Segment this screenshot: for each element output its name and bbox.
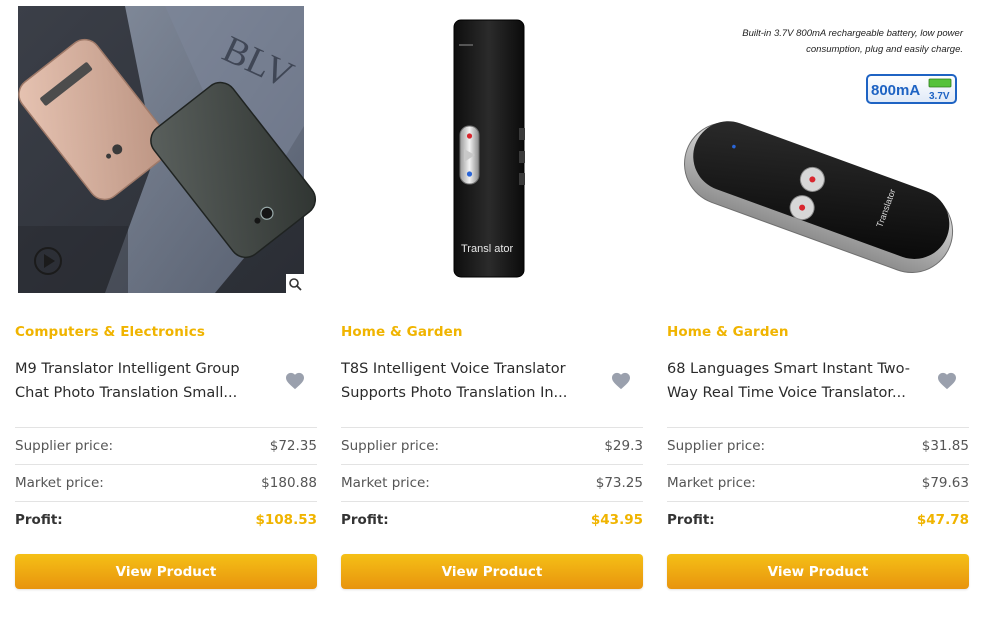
market-price-label: Market price:: [667, 475, 756, 491]
view-product-button[interactable]: View Product: [15, 554, 317, 589]
market-price-value: $79.63: [921, 475, 969, 491]
supplier-price-row: Supplier price: $31.85: [667, 427, 969, 464]
profit-row: Profit: $108.53: [15, 501, 317, 538]
product-image[interactable]: Built-in 3.7V 800mA rechargeable battery…: [667, 6, 969, 296]
market-price-label: Market price:: [15, 475, 104, 491]
market-price-value: $73.25: [595, 475, 643, 491]
supplier-price-label: Supplier price:: [341, 438, 440, 454]
profit-label: Profit:: [667, 512, 715, 528]
product-photo: Built-in 3.7V 800mA rechargeable battery…: [667, 6, 969, 296]
product-photo: Transl ator: [341, 6, 643, 296]
product-card: Transl ator Home & Garden T8S Intelligen…: [341, 0, 643, 618]
supplier-price-value: $72.35: [269, 438, 317, 454]
price-table: Supplier price: $29.3 Market price: $73.…: [341, 427, 643, 538]
product-category[interactable]: Home & Garden: [341, 324, 463, 340]
price-table: Supplier price: $72.35 Market price: $18…: [15, 427, 317, 538]
supplier-price-label: Supplier price:: [667, 438, 766, 454]
supplier-price-label: Supplier price:: [15, 438, 114, 454]
market-price-row: Market price: $79.63: [667, 464, 969, 501]
product-card: BLV Computers & Electronics M9 Translato…: [15, 0, 317, 618]
profit-value: $47.78: [916, 512, 969, 528]
supplier-price-row: Supplier price: $72.35: [15, 427, 317, 464]
battery-voltage-text: 3.7V: [929, 91, 950, 102]
product-card: Built-in 3.7V 800mA rechargeable battery…: [667, 0, 969, 618]
profit-label: Profit:: [341, 512, 389, 528]
heart-icon[interactable]: [937, 372, 957, 390]
heart-icon[interactable]: [611, 372, 631, 390]
profit-value: $108.53: [255, 512, 318, 528]
device-label-text: Transl ator: [461, 243, 514, 255]
market-price-value: $180.88: [261, 475, 317, 491]
heart-icon[interactable]: [285, 372, 305, 390]
profit-value: $43.95: [590, 512, 643, 528]
product-image[interactable]: BLV: [15, 6, 317, 296]
product-category[interactable]: Home & Garden: [667, 324, 789, 340]
view-product-button[interactable]: View Product: [341, 554, 643, 589]
profit-row: Profit: $47.78: [667, 501, 969, 538]
product-image[interactable]: Transl ator: [341, 6, 643, 296]
view-product-button[interactable]: View Product: [667, 554, 969, 589]
supplier-price-value: $31.85: [921, 438, 969, 454]
product-title[interactable]: M9 Translator Intelligent Group Chat Pho…: [15, 357, 261, 405]
battery-caption-line-1: Built-in 3.7V 800mA rechargeable battery…: [742, 28, 964, 39]
product-photo: BLV: [18, 6, 317, 293]
product-title[interactable]: T8S Intelligent Voice Translator Support…: [341, 357, 587, 405]
profit-row: Profit: $43.95: [341, 501, 643, 538]
product-title[interactable]: 68 Languages Smart Instant Two-Way Real …: [667, 357, 913, 405]
product-category[interactable]: Computers & Electronics: [15, 324, 205, 340]
battery-capacity-text: 800mA: [871, 82, 920, 99]
market-price-row: Market price: $180.88: [15, 464, 317, 501]
battery-caption-line-2: consumption, plug and easily charge.: [806, 44, 963, 55]
profit-label: Profit:: [15, 512, 63, 528]
battery-badge: 800mA 3.7V: [866, 74, 957, 104]
supplier-price-row: Supplier price: $29.3: [341, 427, 643, 464]
supplier-price-value: $29.3: [604, 438, 643, 454]
zoom-icon[interactable]: [286, 274, 304, 293]
market-price-row: Market price: $73.25: [341, 464, 643, 501]
market-price-label: Market price:: [341, 475, 430, 491]
product-grid: BLV Computers & Electronics M9 Translato…: [0, 0, 998, 618]
price-table: Supplier price: $31.85 Market price: $79…: [667, 427, 969, 538]
